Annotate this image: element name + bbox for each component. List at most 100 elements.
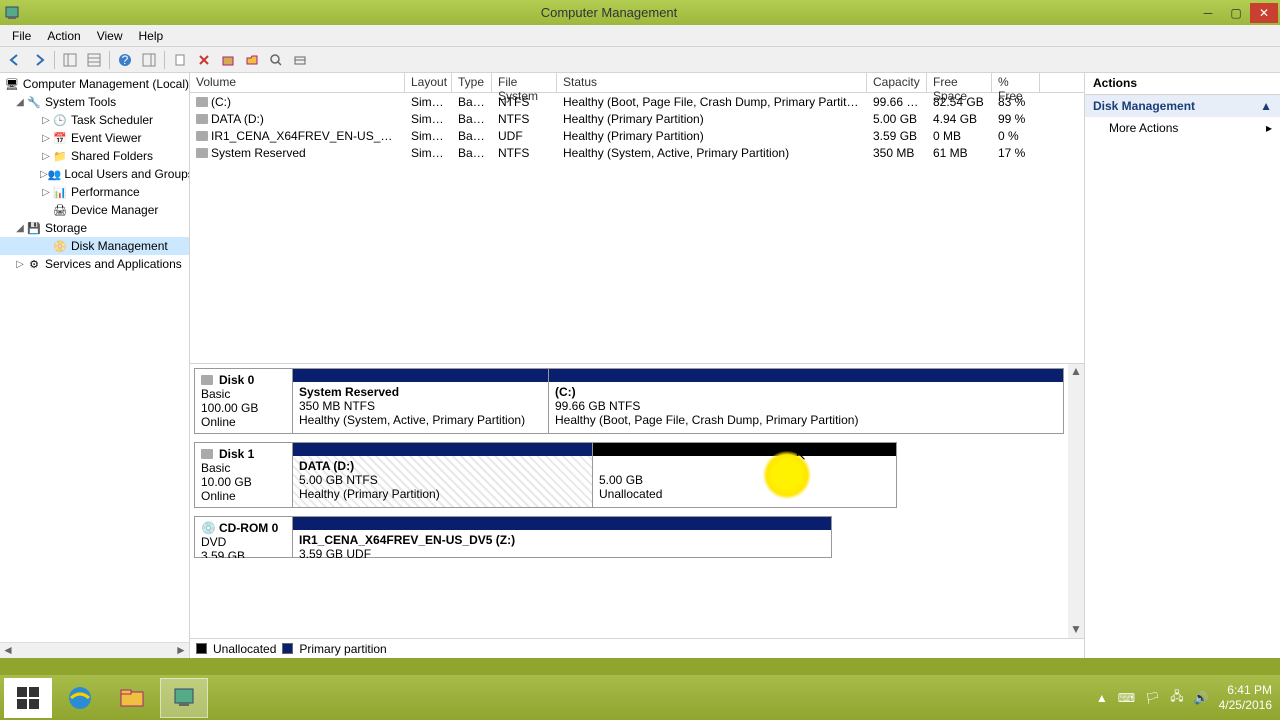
header-layout[interactable]: Layout [405,73,452,92]
volume-icon [196,114,208,124]
partition-data-d[interactable]: DATA (D:) 5.00 GB NTFS Healthy (Primary … [293,443,593,507]
volume-fs: NTFS [492,95,557,109]
partition-status: Healthy (System, Active, Primary Partiti… [299,413,542,427]
volume-type: Basic [452,146,492,160]
back-button[interactable] [4,49,26,71]
header-free[interactable]: Free Space [927,73,992,92]
header-volume[interactable]: Volume [190,73,405,92]
scroll-left-icon[interactable]: ◄ [0,643,16,658]
partition-header [549,369,1063,382]
computer-icon: 🖥 [4,76,20,92]
tray-time: 6:41 PM [1219,683,1272,697]
disk-info[interactable]: Disk 0 Basic 100.00 GB Online [194,368,292,434]
menu-view[interactable]: View [89,26,131,46]
show-actions-button[interactable] [138,49,160,71]
close-button[interactable]: ✕ [1250,3,1278,23]
tree-label: Performance [71,185,140,199]
tree-disk-management[interactable]: 📀Disk Management [0,237,189,255]
tree-event-viewer[interactable]: ▷📅Event Viewer [0,129,189,147]
tray-network-icon[interactable]: 🖧 [1170,687,1183,708]
volume-row[interactable]: System Reserved Simple Basic NTFS Health… [190,144,1084,161]
disk-row: Disk 1 Basic 10.00 GB Online DATA (D:) 5… [194,442,1064,508]
scroll-up-icon[interactable]: ▲ [1068,364,1084,380]
scroll-down-icon[interactable]: ▼ [1068,622,1084,638]
volume-layout: Simple [405,129,452,143]
volume-row[interactable]: (C:) Simple Basic NTFS Healthy (Boot, Pa… [190,93,1084,110]
header-pctfree[interactable]: % Free [992,73,1040,92]
tree-root-label: Computer Management (Local) [23,77,189,91]
tray-flag-icon[interactable]: 🏳 [1145,691,1160,705]
actions-section[interactable]: Disk Management ▲ [1085,95,1280,117]
disk-info[interactable]: 💿CD-ROM 0 DVD 3.59 GB [194,516,292,558]
tray-volume-icon[interactable]: 🔊 [1194,691,1209,705]
tree-root[interactable]: 🖥Computer Management (Local) [0,75,189,93]
disk-type: Basic [201,387,286,401]
volume-row[interactable]: IR1_CENA_X64FREV_EN-US_DV5 (Z:) Simple B… [190,127,1084,144]
help-button[interactable]: ? [114,49,136,71]
find-button[interactable] [265,49,287,71]
tree-performance[interactable]: ▷📊Performance [0,183,189,201]
volume-free: 61 MB [927,146,992,160]
partition-system-reserved[interactable]: System Reserved 350 MB NTFS Healthy (Sys… [293,369,549,433]
partition-unallocated[interactable]: 5.00 GB Unallocated ↖ [593,443,896,507]
more-button[interactable] [289,49,311,71]
header-status[interactable]: Status [557,73,867,92]
tray-clock[interactable]: 6:41 PM 4/25/2016 [1219,683,1272,712]
partition-cdrom[interactable]: IR1_CENA_X64FREV_EN-US_DV5 (Z:) 3.59 GB … [293,517,831,557]
actions-more-label: More Actions [1109,121,1178,135]
collapse-icon[interactable]: ◢ [14,97,26,108]
header-capacity[interactable]: Capacity [867,73,927,92]
scroll-right-icon[interactable]: ► [173,643,189,658]
disk-row: Disk 0 Basic 100.00 GB Online System Res… [194,368,1064,434]
view-list-button[interactable] [83,49,105,71]
system-tray: ▲ ⌨ 🏳 🖧 🔊 6:41 PM 4/25/2016 [1096,683,1280,712]
storage-icon: 💾 [26,220,42,236]
properties-button[interactable] [217,49,239,71]
volume-pct: 17 % [992,146,1040,160]
tree-horizontal-scrollbar[interactable]: ◄► [0,642,189,658]
expand-icon[interactable]: ▷ [14,259,26,270]
tray-show-hidden-icon[interactable]: ▲ [1096,691,1108,705]
forward-button[interactable] [28,49,50,71]
tree-shared-folders[interactable]: ▷📁Shared Folders [0,147,189,165]
taskbar-explorer[interactable] [108,678,156,718]
volume-pct: 99 % [992,112,1040,126]
tree-device-manager[interactable]: 🖨Device Manager [0,201,189,219]
expand-icon[interactable]: ▷ [40,133,52,144]
disk-status: Online [201,415,286,429]
header-filesystem[interactable]: File System [492,73,557,92]
collapse-icon[interactable]: ▲ [1260,99,1272,113]
disk-icon: 📀 [52,238,68,254]
disk-info[interactable]: Disk 1 Basic 10.00 GB Online [194,442,292,508]
partition-c[interactable]: (C:) 99.66 GB NTFS Healthy (Boot, Page F… [549,369,1063,433]
tree-storage[interactable]: ◢💾Storage [0,219,189,237]
tree-services[interactable]: ▷⚙Services and Applications [0,255,189,273]
menu-file[interactable]: File [4,26,39,46]
tree-system-tools[interactable]: ◢🔧System Tools [0,93,189,111]
volume-status: Healthy (System, Active, Primary Partiti… [557,146,867,160]
collapse-icon[interactable]: ◢ [14,223,26,234]
delete-button[interactable] [193,49,215,71]
start-button[interactable] [4,678,52,718]
maximize-button[interactable]: ▢ [1222,3,1250,23]
taskbar-compmgmt[interactable] [160,678,208,718]
tree-local-users[interactable]: ▷👥Local Users and Groups [0,165,189,183]
actions-more[interactable]: More Actions ▸ [1085,117,1280,139]
expand-icon[interactable]: ▷ [40,151,52,162]
new-button[interactable] [169,49,191,71]
minimize-button[interactable]: ─ [1194,3,1222,23]
header-type[interactable]: Type [452,73,492,92]
volume-row[interactable]: DATA (D:) Simple Basic NTFS Healthy (Pri… [190,110,1084,127]
show-hide-tree-button[interactable] [59,49,81,71]
volume-list: Volume Layout Type File System Status Ca… [190,73,1084,364]
open-button[interactable] [241,49,263,71]
expand-icon[interactable]: ▷ [40,187,52,198]
menu-action[interactable]: Action [39,26,88,46]
taskbar-ie[interactable] [56,678,104,718]
tray-keyboard-icon[interactable]: ⌨ [1118,691,1135,705]
disk-vertical-scrollbar[interactable]: ▲▼ [1068,364,1084,638]
menu-help[interactable]: Help [131,26,172,46]
expand-icon[interactable]: ▷ [40,169,48,180]
expand-icon[interactable]: ▷ [40,115,52,126]
tree-task-scheduler[interactable]: ▷🕒Task Scheduler [0,111,189,129]
